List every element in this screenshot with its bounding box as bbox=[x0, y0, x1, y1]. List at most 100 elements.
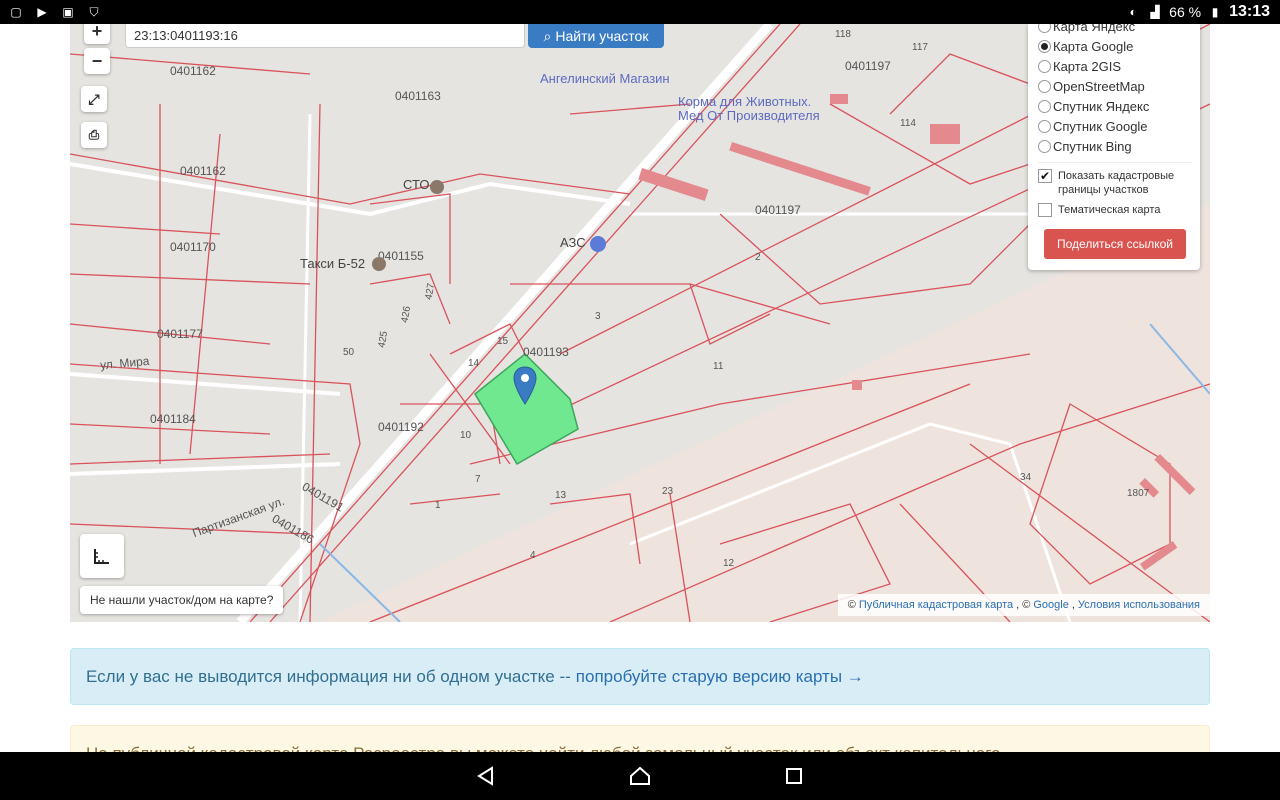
parcel-number: 118 bbox=[835, 29, 851, 40]
quarter-label: 0401192 bbox=[378, 420, 424, 434]
attribution-sep: , bbox=[1071, 599, 1075, 611]
old-version-link[interactable]: попробуйте старую версию карты → bbox=[576, 667, 864, 687]
radio[interactable] bbox=[1038, 119, 1051, 133]
home-icon bbox=[630, 766, 650, 785]
ruler-button[interactable] bbox=[80, 534, 124, 578]
parcel-number: 15 bbox=[497, 336, 509, 347]
poi-taxi: Такси Б-52 bbox=[300, 256, 366, 271]
quarter-label: 0401177 bbox=[157, 327, 203, 341]
fullscreen-button[interactable]: ⤢ bbox=[81, 86, 107, 112]
pkk-link[interactable]: Публичная кадастровая карта bbox=[859, 599, 1013, 611]
poi-sto: СТО bbox=[403, 177, 430, 192]
poi-icon bbox=[372, 257, 386, 271]
recents-icon bbox=[786, 768, 802, 784]
zoom-in-button[interactable]: + bbox=[84, 24, 110, 44]
youtube-icon: ▶ bbox=[37, 5, 47, 19]
road bbox=[70, 162, 631, 217]
layer-label: OpenStreetMap bbox=[1053, 78, 1145, 94]
print-icon: ⎙ bbox=[88, 127, 100, 142]
layer-option-osm[interactable]: OpenStreetMap bbox=[1038, 76, 1192, 96]
clock: 13:13 bbox=[1229, 3, 1270, 20]
layer-label: Карта Яндекс bbox=[1053, 24, 1136, 34]
zoom-in-label: + bbox=[91, 24, 103, 41]
layer-label: Спутник Яндекс bbox=[1053, 98, 1150, 114]
back-button[interactable] bbox=[474, 764, 498, 788]
layer-option-google-map[interactable]: Карта Google bbox=[1038, 36, 1192, 56]
show-borders-option[interactable]: ✔ Показать кадастровые границы участков bbox=[1038, 169, 1192, 197]
gas-station-icon bbox=[590, 236, 606, 252]
battery-icon: ▮ bbox=[1211, 5, 1219, 19]
layer-label: Карта 2GIS bbox=[1053, 58, 1122, 74]
data-saver-icon: ◐ bbox=[1129, 5, 1137, 19]
cadastral-search-input[interactable] bbox=[125, 24, 525, 48]
layer-label: Спутник Google bbox=[1053, 118, 1148, 134]
parcel-number: 1807 bbox=[1127, 488, 1150, 499]
terms-link[interactable]: Условия использования bbox=[1078, 599, 1200, 611]
radio[interactable] bbox=[1038, 139, 1051, 153]
quarter-label: 0401184 bbox=[150, 412, 196, 426]
parcel-number: 114 bbox=[900, 118, 916, 129]
layer-option-yandex-map[interactable]: Карта Яндекс bbox=[1038, 24, 1192, 36]
poi-shop: Ангелинский Магазин bbox=[540, 71, 670, 86]
zoom-out-button[interactable]: − bbox=[84, 48, 110, 74]
quarter-label: 0401162 bbox=[170, 64, 216, 78]
alert-text: Если у вас не выводится информация ни об… bbox=[86, 666, 571, 686]
parcel-number: 14 bbox=[468, 358, 480, 369]
parcel-number: 50 bbox=[343, 347, 355, 358]
share-link-button[interactable]: Поделиться ссылкой bbox=[1044, 229, 1186, 259]
back-icon bbox=[477, 766, 493, 786]
radio[interactable] bbox=[1038, 24, 1051, 33]
attribution-copyright: © bbox=[847, 599, 856, 611]
page: 0401193 0401197 0401197 0401163 0401162 … bbox=[0, 24, 1280, 752]
parcel-number: 11 bbox=[713, 361, 724, 372]
show-borders-label: Показать кадастровые границы участков bbox=[1058, 170, 1175, 196]
radio[interactable] bbox=[1038, 99, 1051, 113]
home-button[interactable] bbox=[628, 764, 652, 788]
poi-icon bbox=[430, 180, 444, 194]
radio[interactable] bbox=[1038, 79, 1051, 93]
map-attribution: © Публичная кадастровая карта , © Google… bbox=[837, 594, 1210, 616]
ruler-icon bbox=[94, 549, 109, 564]
intro-text: На публичной кадастровой карте Росреестр… bbox=[86, 744, 1001, 752]
fullscreen-icon: ⤢ bbox=[88, 90, 100, 107]
intro-panel: На публичной кадастровой карте Росреестр… bbox=[70, 725, 1210, 752]
radio-selected[interactable] bbox=[1038, 39, 1051, 53]
poi-azs: АЗС bbox=[560, 235, 586, 250]
gallery-icon: ▣ bbox=[62, 5, 74, 19]
battery-level: 66 % bbox=[1169, 4, 1202, 20]
show-borders-checkbox[interactable]: ✔ bbox=[1038, 169, 1052, 183]
find-parcel-button[interactable]: ⌕ Найти участок bbox=[528, 24, 664, 48]
print-button[interactable]: ⎙ bbox=[81, 122, 107, 148]
attribution-sep: , © bbox=[1016, 599, 1031, 611]
layer-option-2gis[interactable]: Карта 2GIS bbox=[1038, 56, 1192, 76]
cadastral-map[interactable]: 0401193 0401197 0401197 0401163 0401162 … bbox=[70, 24, 1210, 622]
quarter-label: 0401163 bbox=[395, 89, 441, 103]
radio[interactable] bbox=[1038, 59, 1051, 73]
layer-option-bing-sat[interactable]: Спутник Bing bbox=[1038, 136, 1192, 156]
parcel-marker-icon[interactable] bbox=[513, 366, 537, 406]
road bbox=[70, 372, 341, 396]
layer-option-yandex-sat[interactable]: Спутник Яндекс bbox=[1038, 96, 1192, 116]
quarter-label: 0401197 bbox=[845, 59, 891, 73]
quarter-label: 0401197 bbox=[755, 203, 801, 217]
parcel-number: 3 bbox=[595, 311, 601, 322]
parcel-number: 23 bbox=[662, 486, 674, 497]
find-parcel-label: Найти участок bbox=[555, 28, 649, 44]
recents-button[interactable] bbox=[782, 764, 806, 788]
parcel-number: 1 bbox=[435, 500, 441, 511]
shield-icon: ⛉ bbox=[89, 4, 99, 19]
quarter-label: 0401170 bbox=[170, 240, 216, 254]
layer-option-google-sat[interactable]: Спутник Google bbox=[1038, 116, 1192, 136]
not-found-button[interactable]: Не нашли участок/дом на карте? bbox=[80, 586, 284, 614]
road bbox=[70, 462, 341, 476]
search-icon: ⌕ bbox=[543, 27, 552, 44]
google-link[interactable]: Google bbox=[1033, 599, 1068, 611]
parcel-number: 12 bbox=[723, 558, 735, 569]
parcel-number: 34 bbox=[1020, 472, 1032, 483]
not-found-label: Не нашли участок/дом на карте? bbox=[90, 593, 274, 607]
parcel-number: 7 bbox=[475, 474, 481, 485]
thematic-checkbox[interactable] bbox=[1038, 203, 1052, 217]
thematic-option[interactable]: Тематическая карта bbox=[1038, 203, 1192, 217]
notification-icon: ▢ bbox=[10, 5, 22, 19]
thematic-label: Тематическая карта bbox=[1058, 204, 1161, 216]
